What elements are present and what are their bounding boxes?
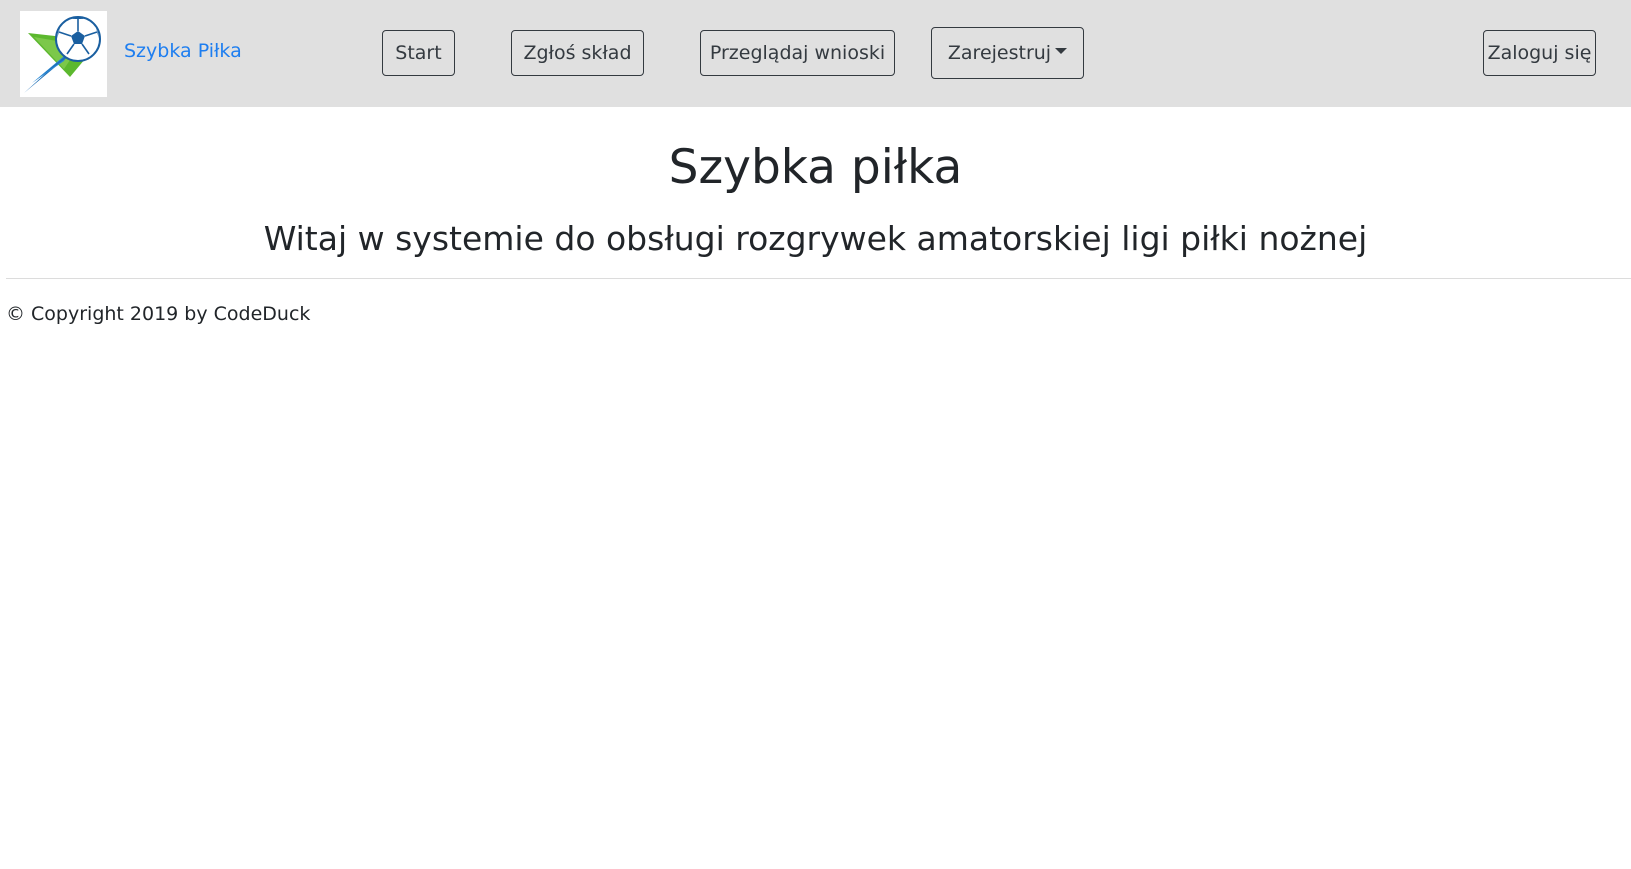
divider (6, 278, 1631, 279)
register-dropdown-button[interactable]: Zarejestruj (931, 27, 1084, 79)
navbar: Szybka Piłka Start Zgłoś skład Przegląda… (0, 0, 1631, 107)
register-label: Zarejestruj (947, 42, 1052, 64)
copyright-text: © Copyright 2019 by CodeDuck (6, 303, 311, 325)
caret-down-icon (1055, 48, 1068, 54)
logo-link[interactable] (20, 11, 107, 97)
start-button[interactable]: Start (382, 30, 455, 76)
login-button[interactable]: Zaloguj się (1483, 30, 1596, 76)
soccer-ball-logo-icon (24, 16, 101, 93)
browse-requests-button[interactable]: Przeglądaj wnioski (700, 30, 895, 76)
submit-team-button[interactable]: Zgłoś skład (511, 30, 644, 76)
page-title: Szybka piłka (668, 140, 963, 195)
brand-link[interactable]: Szybka Piłka (124, 40, 242, 62)
page-subtitle: Witaj w systemie do obsługi rozgrywek am… (263, 219, 1368, 258)
